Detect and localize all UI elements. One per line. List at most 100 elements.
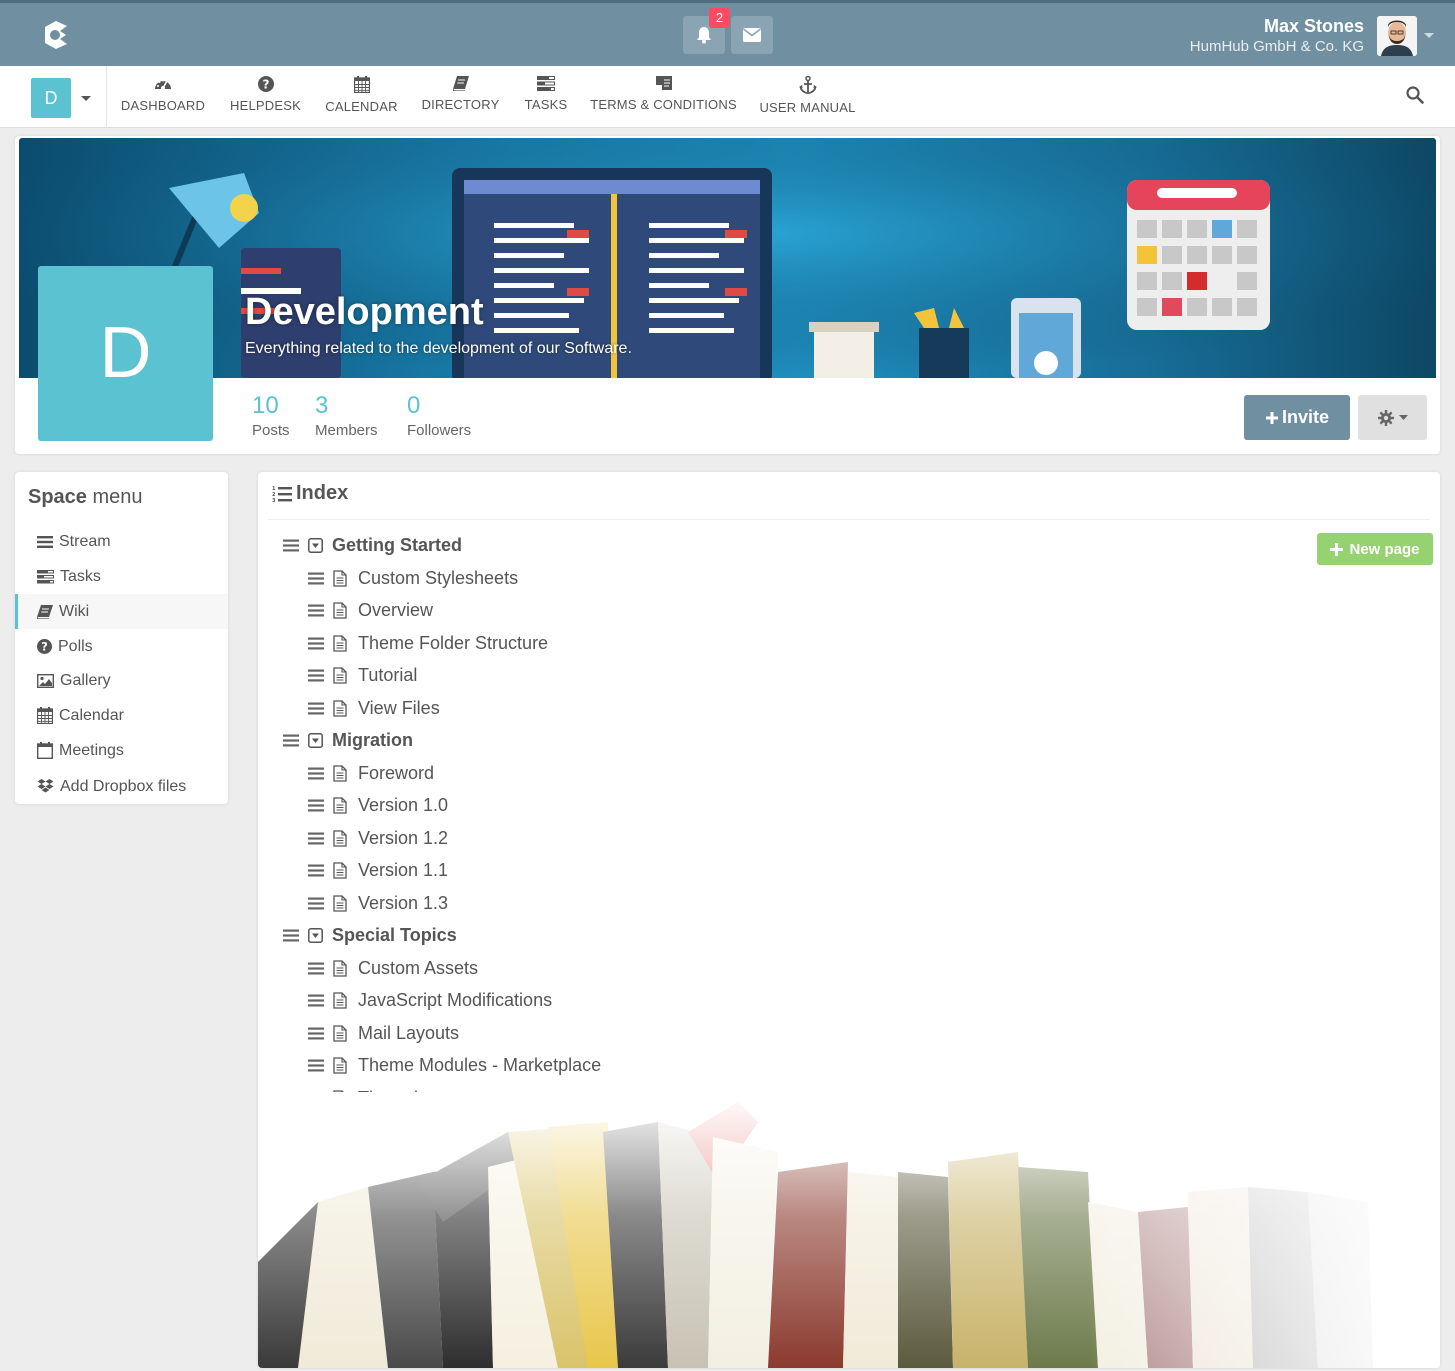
- wiki-page-link[interactable]: Mail Layouts: [358, 1023, 459, 1044]
- wiki-page-row[interactable]: JavaScript Modifications: [308, 986, 552, 1014]
- drag-handle-icon[interactable]: [308, 897, 324, 910]
- nav-calendar[interactable]: CALENDAR: [325, 66, 398, 128]
- nav-user-manual-label: USER MANUAL: [759, 100, 856, 115]
- wiki-page-link[interactable]: Theme Folder Structure: [358, 633, 548, 654]
- space-menu-item-stream[interactable]: Stream: [15, 524, 228, 559]
- drag-handle-icon[interactable]: [308, 572, 324, 585]
- wiki-page-link[interactable]: Version 1.2: [358, 828, 448, 849]
- wiki-page-link[interactable]: Tutorial: [358, 665, 417, 686]
- new-page-button[interactable]: New page: [1317, 533, 1433, 565]
- wiki-page-link[interactable]: Custom Stylesheets: [358, 568, 518, 589]
- wiki-page-link[interactable]: Overview: [358, 600, 433, 621]
- svg-text:?: ?: [41, 641, 48, 654]
- invite-button[interactable]: Invite: [1244, 395, 1350, 440]
- drag-handle-icon[interactable]: [283, 734, 299, 747]
- wiki-page-link[interactable]: Version 1.0: [358, 795, 448, 816]
- drag-handle-icon[interactable]: [283, 539, 299, 552]
- wiki-page-row[interactable]: Custom Assets: [308, 954, 478, 982]
- wiki-page-row[interactable]: Foreword: [308, 759, 434, 787]
- wiki-page-row[interactable]: Custom Stylesheets: [308, 564, 518, 592]
- file-text-icon: [333, 569, 347, 587]
- space-menu-item-gallery[interactable]: Gallery: [15, 663, 228, 698]
- drag-handle-icon[interactable]: [308, 669, 324, 682]
- nav-terms-conditions[interactable]: TERMS & CONDITIONS: [590, 66, 737, 128]
- collapse-toggle-icon[interactable]: [308, 927, 323, 943]
- space-menu-title-rest: menu: [92, 486, 143, 508]
- collapse-toggle-icon[interactable]: [308, 537, 323, 553]
- user-name[interactable]: Max Stones: [1264, 16, 1364, 37]
- space-menu-title-bold: Space: [28, 486, 87, 508]
- space-menu-item-dropbox[interactable]: Add Dropbox files: [15, 769, 228, 804]
- space-menu-item-meetings[interactable]: Meetings: [15, 733, 228, 768]
- stat-followers[interactable]: 0 Followers: [407, 392, 471, 439]
- wiki-page-link[interactable]: Custom Assets: [358, 958, 478, 979]
- picture-icon: [37, 673, 54, 688]
- chevron-down-icon[interactable]: [81, 96, 91, 101]
- nav-dashboard-label: DASHBOARD: [120, 98, 206, 113]
- wiki-category-row[interactable]: Special Topics: [283, 921, 457, 949]
- wiki-page-row[interactable]: Version 1.1: [308, 856, 448, 884]
- space-menu-item-calendar[interactable]: Calendar: [15, 698, 228, 733]
- space-menu-item-tasks[interactable]: Tasks: [15, 559, 228, 594]
- file-text-icon: [333, 1056, 347, 1074]
- wiki-category-title[interactable]: Special Topics: [332, 925, 457, 946]
- wiki-page-link[interactable]: Version 1.3: [358, 893, 448, 914]
- wiki-page-row[interactable]: Version 1.2: [308, 824, 448, 852]
- space-menu-item-label: Tasks: [60, 567, 101, 585]
- wiki-page-row[interactable]: View Files: [308, 694, 440, 722]
- stat-members[interactable]: 3 Members: [315, 392, 378, 439]
- calendar-icon: [37, 707, 53, 724]
- space-chooser-logo[interactable]: D: [31, 78, 71, 118]
- drag-handle-icon[interactable]: [308, 832, 324, 845]
- wiki-category-title[interactable]: Getting Started: [332, 535, 462, 556]
- nav-user-manual[interactable]: USER MANUAL: [759, 66, 855, 128]
- drag-handle-icon[interactable]: [308, 799, 324, 812]
- collapse-toggle-icon[interactable]: [308, 732, 323, 748]
- space-title: Development: [245, 291, 484, 333]
- humhub-logo[interactable]: [40, 19, 72, 51]
- space-logo[interactable]: D: [38, 266, 213, 441]
- search-icon[interactable]: [1406, 86, 1424, 104]
- messages-button[interactable]: [731, 16, 773, 54]
- drag-handle-icon[interactable]: [308, 702, 324, 715]
- svg-text:?: ?: [262, 78, 269, 92]
- nav-helpdesk[interactable]: ? HELPDESK: [230, 66, 301, 128]
- wiki-page-link[interactable]: JavaScript Modifications: [358, 990, 552, 1011]
- wiki-page-row[interactable]: Theme Modules - Marketplace: [308, 1051, 601, 1079]
- wiki-page-link[interactable]: Version 1.1: [358, 860, 448, 881]
- user-avatar[interactable]: [1377, 16, 1417, 56]
- user-menu-caret-icon[interactable]: [1424, 33, 1434, 38]
- drag-handle-icon[interactable]: [308, 1059, 324, 1072]
- drag-handle-icon[interactable]: [308, 604, 324, 617]
- drag-handle-icon[interactable]: [308, 1027, 324, 1040]
- wiki-page-row[interactable]: Tutorial: [308, 661, 417, 689]
- space-menu-item-polls[interactable]: ? Polls: [15, 629, 228, 664]
- wiki-page-link[interactable]: View Files: [358, 698, 440, 719]
- drag-handle-icon[interactable]: [308, 994, 324, 1007]
- drag-handle-icon[interactable]: [308, 637, 324, 650]
- stat-posts[interactable]: 10 Posts: [252, 392, 290, 439]
- nav-tasks[interactable]: TASKS: [525, 66, 567, 128]
- wiki-page-row[interactable]: Version 1.0: [308, 791, 448, 819]
- wiki-category-row[interactable]: Getting Started: [283, 531, 462, 559]
- space-settings-button[interactable]: [1358, 395, 1427, 440]
- wiki-page-link[interactable]: Foreword: [358, 763, 434, 784]
- space-menu-panel: Space menu Stream Tasks Wiki ? Polls Gal…: [15, 472, 228, 804]
- nav-directory[interactable]: DIRECTORY: [422, 66, 499, 128]
- drag-handle-icon[interactable]: [308, 962, 324, 975]
- drag-handle-icon[interactable]: [308, 864, 324, 877]
- drag-handle-icon[interactable]: [308, 767, 324, 780]
- wiki-category-row[interactable]: Migration: [283, 726, 413, 754]
- wiki-page-row[interactable]: Overview: [308, 596, 433, 624]
- file-text-icon: [333, 959, 347, 977]
- drag-handle-icon[interactable]: [283, 929, 299, 942]
- nav-dashboard[interactable]: DASHBOARD: [120, 66, 206, 128]
- wiki-category-title[interactable]: Migration: [332, 730, 413, 751]
- space-chooser[interactable]: D: [0, 66, 107, 128]
- dropbox-icon: [37, 779, 54, 793]
- wiki-page-link[interactable]: Theme Modules - Marketplace: [358, 1055, 601, 1076]
- space-menu-item-wiki[interactable]: Wiki: [15, 594, 228, 629]
- wiki-page-row[interactable]: Version 1.3: [308, 889, 448, 917]
- wiki-page-row[interactable]: Theme Folder Structure: [308, 629, 548, 657]
- wiki-page-row[interactable]: Mail Layouts: [308, 1019, 459, 1047]
